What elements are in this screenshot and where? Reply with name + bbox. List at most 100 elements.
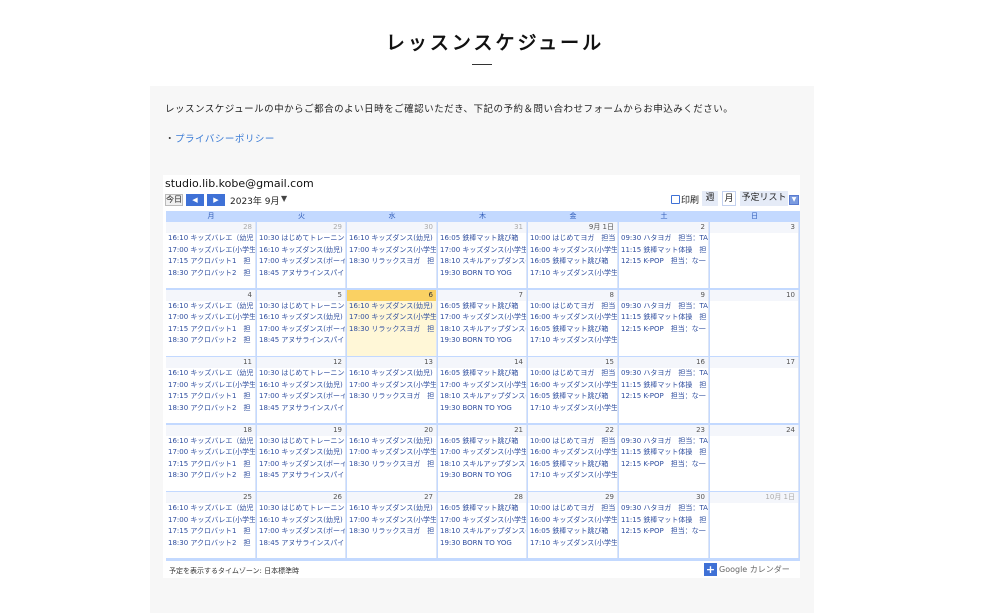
calendar-event[interactable]: 17:15 アクロバット1 担 <box>166 459 255 471</box>
calendar-event[interactable]: 16:10 キッズバレエ（幼児 <box>166 233 255 245</box>
calendar-event[interactable]: 12:15 K-POP 担当：な一 <box>619 459 708 471</box>
day-cell[interactable]: 17 <box>710 357 799 424</box>
agenda-dropdown-icon[interactable]: ▼ <box>789 195 799 205</box>
calendar-event[interactable]: 19:30 BORN TO YOG <box>438 470 526 482</box>
calendar-event[interactable]: 16:10 キッズダンス(幼児) <box>257 380 345 392</box>
calendar-event[interactable]: 16:05 鉄棒マット跳び箱 <box>528 324 617 336</box>
calendar-event[interactable]: 18:45 アヌサラインスパイ <box>257 403 345 415</box>
next-month-button[interactable]: ▶ <box>207 194 225 206</box>
calendar-event[interactable]: 16:10 キッズダンス(幼児) <box>257 312 345 324</box>
day-cell[interactable]: 26 10:30 はじめてトレーニング 16:10 キッズダンス(幼児) 17:00 … <box>257 492 346 559</box>
calendar-event[interactable]: 18:30 アクロバット2 担 <box>166 470 255 482</box>
calendar-event[interactable]: 16:10 キッズダンス(幼児) <box>257 245 345 257</box>
calendar-event[interactable]: 17:10 キッズダンス(小学生 <box>528 470 617 482</box>
calendar-event[interactable]: 19:30 BORN TO YOG <box>438 403 526 415</box>
day-cell[interactable]: 15 10:00 はじめてヨガ 担当 16:00 キッズダンス(小学生 16:05 鉄… <box>528 357 618 424</box>
calendar-event[interactable]: 19:30 BORN TO YOG <box>438 335 526 347</box>
calendar-event[interactable]: 16:10 キッズダンス(幼児) <box>347 503 436 515</box>
day-number[interactable]: 12 <box>257 357 345 369</box>
day-cell[interactable]: 23 09:30 ハタヨガ 担当：TA 11:15 鉄棒マット体操 担 12:15 K… <box>619 424 709 491</box>
day-number[interactable]: 9月 1日 <box>528 222 617 233</box>
calendar-event[interactable]: 16:10 キッズダンス(幼児) <box>347 233 436 245</box>
calendar-event[interactable]: 17:00 キッズダンス(小学生 <box>438 245 526 257</box>
calendar-event[interactable]: 12:15 K-POP 担当：な一 <box>619 324 708 336</box>
day-cell[interactable]: 3 <box>710 222 799 288</box>
day-cell[interactable]: 9月 1日 10:00 はじめてヨガ 担当 16:00 キッズダンス(小学生 16:0… <box>528 222 618 288</box>
calendar-event[interactable]: 18:45 アヌサラインスパイ <box>257 268 345 280</box>
calendar-event[interactable]: 16:00 キッズダンス(小学生 <box>528 380 617 392</box>
day-cell[interactable]: 18 16:10 キッズバレエ（幼児 17:00 キッズバレエ(小学生 17:15 ア… <box>166 424 256 491</box>
day-number[interactable]: 6 <box>347 289 436 301</box>
calendar-event[interactable]: 17:00 キッズダンス(小学生 <box>347 312 436 324</box>
day-cell[interactable]: 16 09:30 ハタヨガ 担当：TA 11:15 鉄棒マット体操 担 12:15 K… <box>619 357 709 424</box>
calendar-event[interactable]: 17:00 キッズダンス(ボーイ <box>257 391 345 403</box>
calendar-event[interactable]: 18:30 アクロバット2 担 <box>166 538 255 550</box>
day-cell-today[interactable]: 6 16:10 キッズダンス(幼児) 17:00 キッズダンス(小学生 18:30 リ… <box>347 289 437 356</box>
calendar-event[interactable]: 11:15 鉄棒マット体操 担 <box>619 312 708 324</box>
day-number[interactable]: 17 <box>710 357 798 369</box>
calendar-event[interactable]: 18:10 スキルアップダンス( <box>438 256 526 268</box>
calendar-event[interactable]: 16:10 キッズバレエ（幼児 <box>166 301 255 313</box>
day-cell[interactable]: 21 16:05 鉄棒マット跳び箱 17:00 キッズダンス(小学生 18:10 スキ… <box>438 424 527 491</box>
calendar-event[interactable]: 17:00 キッズダンス(小学生 <box>438 312 526 324</box>
calendar-event[interactable]: 17:00 キッズバレエ(小学生 <box>166 245 255 257</box>
calendar-event[interactable]: 09:30 ハタヨガ 担当：TA <box>619 436 708 448</box>
day-number[interactable]: 28 <box>438 492 526 504</box>
calendar-event[interactable]: 10:30 はじめてトレーニング <box>257 368 345 380</box>
day-number[interactable]: 24 <box>710 424 798 436</box>
calendar-event[interactable]: 16:05 鉄棒マット跳び箱 <box>438 436 526 448</box>
day-number[interactable]: 9 <box>619 289 708 301</box>
privacy-policy-link[interactable]: プライバシーポリシー <box>175 134 275 145</box>
calendar-event[interactable]: 16:10 キッズダンス(幼児) <box>347 436 436 448</box>
calendar-event[interactable]: 16:10 キッズダンス(幼児) <box>257 447 345 459</box>
tab-agenda[interactable]: 予定リスト <box>740 191 788 206</box>
day-cell[interactable]: 4 16:10 キッズバレエ（幼児 17:00 キッズバレエ(小学生 17:15 アク… <box>166 289 256 356</box>
calendar-event[interactable]: 18:30 アクロバット2 担 <box>166 335 255 347</box>
calendar-event[interactable]: 17:00 キッズバレエ(小学生 <box>166 312 255 324</box>
calendar-event[interactable]: 16:10 キッズバレエ（幼児 <box>166 368 255 380</box>
calendar-event[interactable]: 11:15 鉄棒マット体操 担 <box>619 245 708 257</box>
calendar-event[interactable]: 17:15 アクロバット1 担 <box>166 526 255 538</box>
day-number[interactable]: 16 <box>619 357 708 369</box>
calendar-event[interactable]: 18:30 アクロバット2 担 <box>166 403 255 415</box>
day-cell[interactable]: 11 16:10 キッズバレエ（幼児 17:00 キッズバレエ(小学生 17:15 ア… <box>166 357 256 424</box>
calendar-event[interactable]: 10:30 はじめてトレーニング <box>257 301 345 313</box>
calendar-event[interactable]: 17:00 キッズダンス(ボーイ <box>257 256 345 268</box>
calendar-event[interactable]: 18:30 リラックスヨガ 担 <box>347 526 436 538</box>
day-number[interactable]: 29 <box>528 492 617 504</box>
calendar-event[interactable]: 17:00 キッズバレエ(小学生 <box>166 380 255 392</box>
calendar-event[interactable]: 11:15 鉄棒マット体操 担 <box>619 447 708 459</box>
day-number[interactable]: 10 <box>710 289 798 301</box>
day-number[interactable]: 4 <box>166 289 255 301</box>
calendar-event[interactable]: 17:00 キッズダンス(小学生 <box>347 380 436 392</box>
calendar-event[interactable]: 12:15 K-POP 担当：な一 <box>619 526 708 538</box>
calendar-event[interactable]: 18:10 スキルアップダンス( <box>438 391 526 403</box>
day-number[interactable]: 26 <box>257 492 345 504</box>
day-number[interactable]: 13 <box>347 357 436 369</box>
day-number[interactable]: 20 <box>347 424 436 436</box>
calendar-event[interactable]: 10:30 はじめてトレーニング <box>257 233 345 245</box>
day-number[interactable]: 7 <box>438 289 526 301</box>
calendar-event[interactable]: 17:15 アクロバット1 担 <box>166 324 255 336</box>
calendar-event[interactable]: 16:10 キッズダンス(幼児) <box>347 368 436 380</box>
day-cell[interactable]: 29 10:00 はじめてヨガ 担当 16:00 キッズダンス(小学生 16:05 鉄… <box>528 492 618 559</box>
day-number[interactable]: 18 <box>166 424 255 436</box>
calendar-event[interactable]: 10:00 はじめてヨガ 担当 <box>528 233 617 245</box>
calendar-event[interactable]: 18:10 スキルアップダンス( <box>438 324 526 336</box>
day-cell[interactable]: 13 16:10 キッズダンス(幼児) 17:00 キッズダンス(小学生 18:30 … <box>347 357 437 424</box>
calendar-event[interactable]: 18:45 アヌサラインスパイ <box>257 470 345 482</box>
calendar-event[interactable]: 12:15 K-POP 担当：な一 <box>619 391 708 403</box>
day-number[interactable]: 14 <box>438 357 526 369</box>
calendar-event[interactable]: 16:00 キッズダンス(小学生 <box>528 515 617 527</box>
calendar-event[interactable]: 19:30 BORN TO YOG <box>438 268 526 280</box>
day-cell[interactable]: 28 16:05 鉄棒マット跳び箱 17:00 キッズダンス(小学生 18:10 スキ… <box>438 492 527 559</box>
calendar-event[interactable]: 10:30 はじめてトレーニング <box>257 503 345 515</box>
day-number[interactable]: 10月 1日 <box>710 492 798 504</box>
day-cell[interactable]: 20 16:10 キッズダンス(幼児) 17:00 キッズダンス(小学生 18:30 … <box>347 424 437 491</box>
day-cell[interactable]: 5 10:30 はじめてトレーニング 16:10 キッズダンス(幼児) 17:00 キ… <box>257 289 346 356</box>
calendar-event[interactable]: 16:05 鉄棒マット跳び箱 <box>528 256 617 268</box>
tab-month[interactable]: 月 <box>722 191 736 206</box>
calendar-event[interactable]: 16:10 キッズバレエ（幼児 <box>166 503 255 515</box>
calendar-event[interactable]: 18:30 リラックスヨガ 担 <box>347 256 436 268</box>
calendar-event[interactable]: 10:00 はじめてヨガ 担当 <box>528 436 617 448</box>
